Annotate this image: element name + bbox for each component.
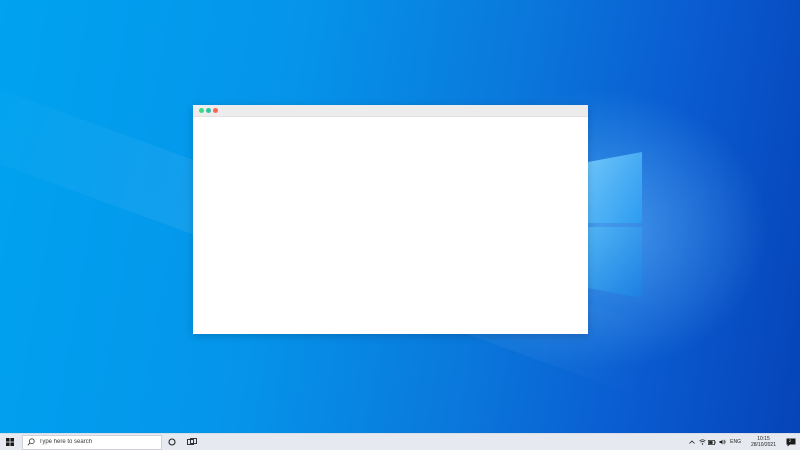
system-tray: ENG 10:15 28/10/2021 2 (687, 434, 800, 450)
desktop: ENG 10:15 28/10/2021 2 (0, 0, 800, 450)
window-content (193, 117, 588, 334)
taskbar: ENG 10:15 28/10/2021 2 (0, 433, 800, 450)
taskbar-search[interactable] (22, 434, 162, 450)
volume-icon[interactable] (717, 434, 727, 450)
chevron-up-icon[interactable] (687, 434, 697, 450)
app-window[interactable] (193, 105, 588, 334)
start-button[interactable] (0, 434, 20, 450)
windows-logo-icon (6, 438, 14, 446)
traffic-green-dot[interactable] (199, 108, 204, 113)
clock-date: 28/10/2021 (750, 442, 776, 448)
task-view-button[interactable] (182, 434, 202, 450)
search-input[interactable] (37, 439, 157, 445)
notifications-count: 2 (789, 438, 792, 443)
cortana-button[interactable] (162, 434, 182, 450)
battery-icon[interactable] (707, 434, 717, 450)
network-icon[interactable] (697, 434, 707, 450)
traffic-teal-dot[interactable] (206, 108, 211, 113)
task-view-icon (187, 438, 197, 445)
action-center-button[interactable]: 2 (782, 434, 800, 450)
traffic-red-dot[interactable] (213, 108, 218, 113)
clock[interactable]: 10:15 28/10/2021 (745, 436, 782, 448)
window-titlebar[interactable] (193, 105, 588, 117)
input-language[interactable]: ENG (727, 439, 745, 445)
cortana-circle-icon (168, 438, 176, 446)
search-icon (25, 436, 37, 448)
